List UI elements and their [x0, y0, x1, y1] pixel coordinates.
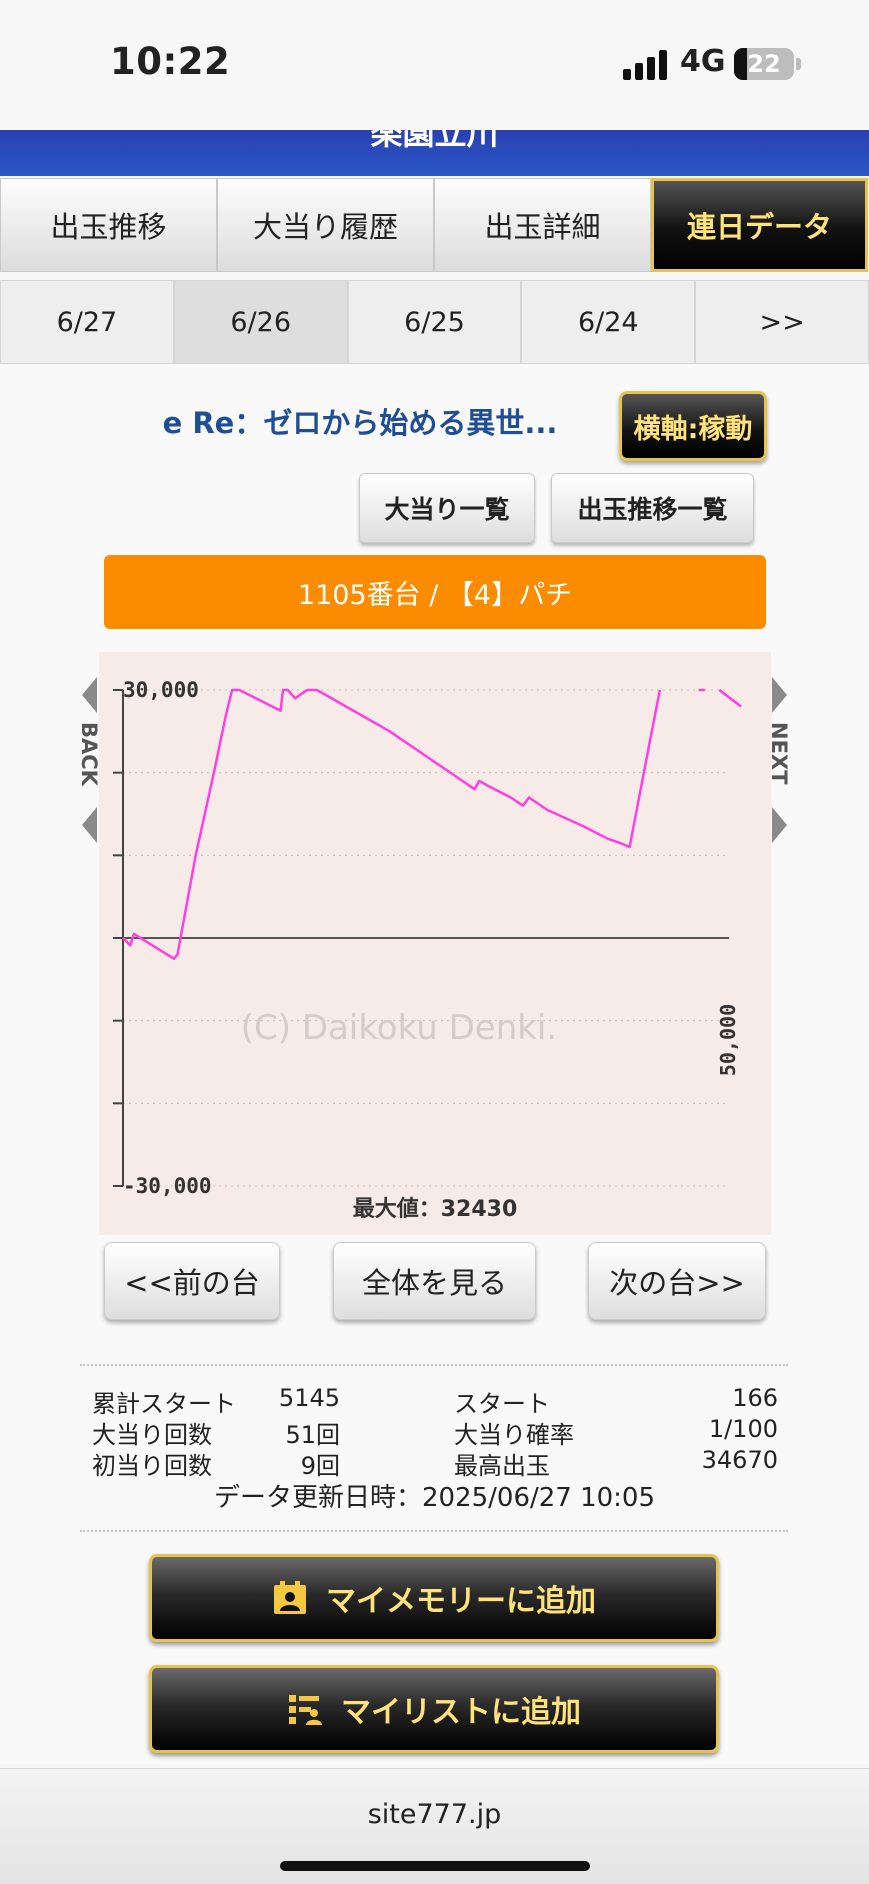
- data-updated-time: データ更新日時：2025/06/27 10:05: [213, 1483, 656, 1513]
- back-arrow-icon-up: [82, 677, 97, 713]
- chart-max-label: 最大値：32430: [353, 1197, 518, 1222]
- next-arrow-icon-up: [772, 677, 787, 713]
- unit-label-bar: 1105番台 / 【4】パチ: [104, 555, 766, 629]
- total-start-value: 5145: [278, 1384, 340, 1412]
- date-tab-0626[interactable]: 6/26: [173, 280, 348, 364]
- add-to-my-memory-button[interactable]: マイメモリーに追加: [149, 1554, 719, 1642]
- browser-footer: site777.jp: [0, 1768, 869, 1884]
- payout-chart: (C) Daikoku Denki. 30,000 -30,000 50,000…: [99, 652, 771, 1235]
- date-tab-0627[interactable]: 6/27: [0, 280, 174, 364]
- axis-toggle-button[interactable]: 横軸:稼動: [619, 391, 767, 461]
- battery-icon: 22: [734, 48, 794, 80]
- store-name: 楽園立川: [370, 130, 499, 152]
- bonus-prob-label: 大当り確率: [454, 1421, 574, 1449]
- back-arrow-icon-down: [82, 807, 97, 843]
- bonus-count-label: 大当り回数: [92, 1421, 212, 1449]
- next-unit-button[interactable]: 次の台>>: [588, 1242, 766, 1320]
- memory-icon: [274, 1581, 306, 1614]
- add-to-my-list-button[interactable]: マイリストに追加: [149, 1665, 719, 1753]
- max-payout-label: 最高出玉: [454, 1452, 550, 1480]
- stats-table: 累計スタート 5145 スタート 166 大当り回数 51回 大当り確率 1/1…: [92, 1384, 778, 1480]
- stats-row: 累計スタート 5145 スタート 166: [92, 1384, 778, 1418]
- payout-series-line-0: [122, 688, 662, 960]
- chart-watermark: (C) Daikoku Denki.: [241, 1008, 557, 1048]
- home-indicator[interactable]: [280, 1861, 590, 1871]
- date-tab-more[interactable]: >>: [695, 280, 869, 364]
- bonus-count-value: 51回: [285, 1421, 340, 1449]
- y-tick-label-top: 30,000: [123, 678, 199, 702]
- payout-list-button[interactable]: 出玉推移一覧: [551, 473, 754, 543]
- add-to-my-memory-label: マイメモリーに追加: [326, 1584, 596, 1619]
- view-all-button[interactable]: 全体を見る: [333, 1242, 536, 1320]
- site-url[interactable]: site777.jp: [0, 1799, 869, 1830]
- status-bar: 10:22 4G 22: [0, 0, 869, 130]
- signal-strength-icon: [623, 50, 669, 80]
- stats-row: 大当り回数 51回 大当り確率 1/100: [92, 1415, 778, 1449]
- network-type: 4G: [680, 44, 726, 79]
- stats-row: 初当り回数 9回 最高出玉 34670: [92, 1446, 778, 1480]
- bonus-prob-value: 1/100: [708, 1415, 778, 1443]
- back-label[interactable]: BACK: [77, 722, 101, 786]
- start-label: スタート: [454, 1390, 550, 1418]
- tab-payout-trend[interactable]: 出玉推移: [0, 178, 217, 272]
- divider: [80, 1364, 788, 1366]
- date-tabs: 6/27 6/26 6/25 6/24 >>: [0, 280, 869, 364]
- status-time: 10:22: [110, 40, 231, 83]
- bonus-list-button[interactable]: 大当り一覧: [359, 473, 535, 543]
- first-hit-value: 9回: [300, 1452, 340, 1480]
- add-to-my-list-label: マイリストに追加: [341, 1695, 581, 1730]
- battery-cap: [796, 58, 801, 70]
- list-icon: [289, 1695, 322, 1725]
- x-tick-label: 50,000: [716, 1004, 740, 1076]
- date-tab-0625[interactable]: 6/25: [347, 280, 522, 364]
- payout-chart-svg: (C) Daikoku Denki. 30,000 -30,000 50,000…: [113, 678, 742, 1222]
- start-value: 166: [732, 1384, 778, 1412]
- total-start-label: 累計スタート: [92, 1390, 236, 1418]
- first-hit-label: 初当り回数: [92, 1452, 212, 1480]
- tab-bonus-history[interactable]: 大当り履歴: [217, 178, 434, 272]
- tab-payout-detail[interactable]: 出玉詳細: [434, 178, 651, 272]
- prev-unit-button[interactable]: <<前の台: [104, 1242, 280, 1320]
- next-arrow-icon-down: [772, 807, 787, 843]
- machine-title[interactable]: e Re：ゼロから始める異世...: [100, 400, 620, 442]
- y-tick-label-bottom: -30,000: [123, 1174, 212, 1198]
- main-tabs: 出玉推移 大当り履歴 出玉詳細 連日データ: [0, 178, 869, 272]
- tab-daily-data[interactable]: 連日データ: [651, 178, 868, 272]
- store-banner: 楽園立川: [0, 130, 869, 176]
- max-payout-value: 34670: [701, 1446, 778, 1474]
- date-tab-0624[interactable]: 6/24: [521, 280, 696, 364]
- payout-series-line-2: [718, 689, 742, 708]
- next-label[interactable]: NEXT: [767, 722, 791, 784]
- divider: [80, 1530, 788, 1532]
- battery-level: 22: [747, 50, 781, 78]
